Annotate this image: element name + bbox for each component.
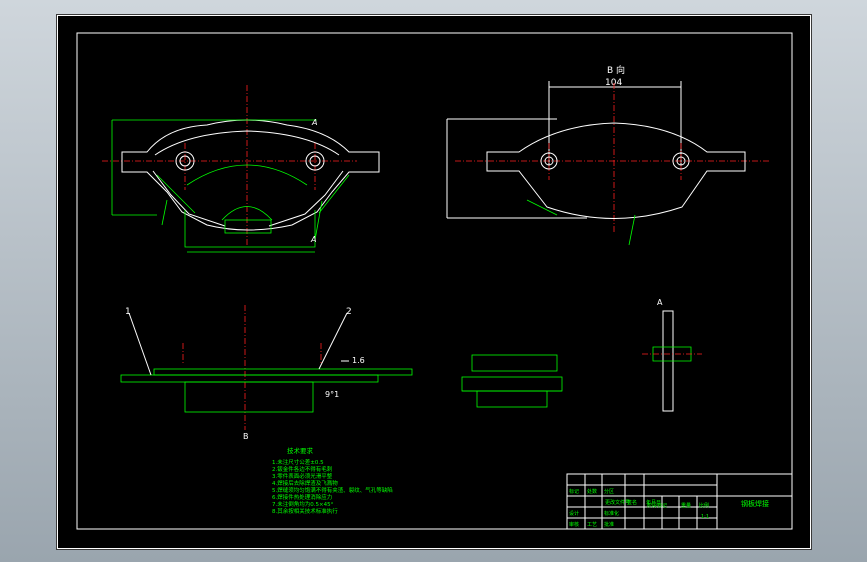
part-1-label: 1 bbox=[125, 307, 131, 317]
tb-cell: 标记 bbox=[569, 488, 579, 495]
part-2-label: 2 bbox=[346, 307, 352, 317]
section-a-label-lower: A bbox=[310, 235, 316, 244]
tb-cell: 比例 bbox=[699, 502, 709, 509]
tech-req-line: 2.钣金件各边不得有毛刺 bbox=[272, 465, 333, 473]
front-view: A A bbox=[102, 85, 380, 253]
tb-cell: 审核 bbox=[569, 521, 579, 528]
outer-frame bbox=[57, 15, 811, 549]
title-block: 标记 处数 分区 更改文件号 签名 年月日 设计 标准化 审核 工艺 批准 阶段… bbox=[566, 473, 793, 530]
tb-cell: 分区 bbox=[604, 488, 614, 495]
small-part-view bbox=[461, 354, 563, 408]
slope-note: 1.6 bbox=[352, 356, 365, 365]
tech-req-line: 8.其余按相关技术标准执行 bbox=[272, 507, 338, 515]
tb-cell: 处数 bbox=[587, 488, 597, 495]
tb-part-name: 钢板焊接 bbox=[741, 499, 769, 508]
tb-cell: 标准化 bbox=[604, 510, 619, 517]
tb-scale: 1:1 bbox=[701, 514, 709, 520]
tech-req-line: 1.未注尺寸公差±0.5 bbox=[272, 458, 324, 466]
tech-req-line: 6.焊接件热处理消除应力 bbox=[272, 493, 332, 501]
tb-cell: 阶段标记 bbox=[647, 502, 667, 509]
view-b: B 向 104 bbox=[446, 64, 769, 246]
tech-req-title: 技术要求 bbox=[287, 446, 314, 455]
tech-req-line: 4.焊接后去除焊渣及飞溅物 bbox=[272, 479, 338, 487]
tb-cell: 重量 bbox=[681, 502, 691, 509]
technical-requirements: 技术要求 1.未注尺寸公差±0.5 2.钣金件各边不得有毛刺 3.零件表面必须光… bbox=[272, 446, 393, 515]
cad-viewport[interactable]: A A B 向 104 1 2 1.6 9°1 B A 技术要求 1.未注尺寸公… bbox=[56, 14, 812, 550]
inner-frame bbox=[76, 32, 793, 530]
tb-cell: 工艺 bbox=[587, 522, 597, 528]
angle-note: 9°1 bbox=[325, 390, 339, 399]
section-a-a-label: A bbox=[657, 298, 663, 307]
section-a-label: A bbox=[311, 118, 317, 127]
tb-cell: 设计 bbox=[569, 510, 579, 517]
tech-req-line: 5.焊缝须均匀饱满不得有夹渣、裂纹、气孔等缺陷 bbox=[272, 486, 393, 494]
tb-cell: 批准 bbox=[604, 521, 614, 528]
view-b-arrow-label: B bbox=[243, 432, 249, 441]
tech-req-line: 3.零件表面必须光滑平整 bbox=[272, 472, 333, 480]
section-a-a: A bbox=[642, 298, 702, 412]
tb-cell: 签名 bbox=[627, 499, 637, 506]
tech-req-line: 7.未注倒角均为0.5×45° bbox=[272, 500, 334, 508]
view-b-title: B 向 bbox=[607, 64, 625, 76]
drawing-canvas[interactable]: A A B 向 104 1 2 1.6 9°1 B A 技术要求 1.未注尺寸公… bbox=[57, 15, 811, 549]
section-view: 1 2 1.6 9°1 B bbox=[120, 305, 413, 441]
